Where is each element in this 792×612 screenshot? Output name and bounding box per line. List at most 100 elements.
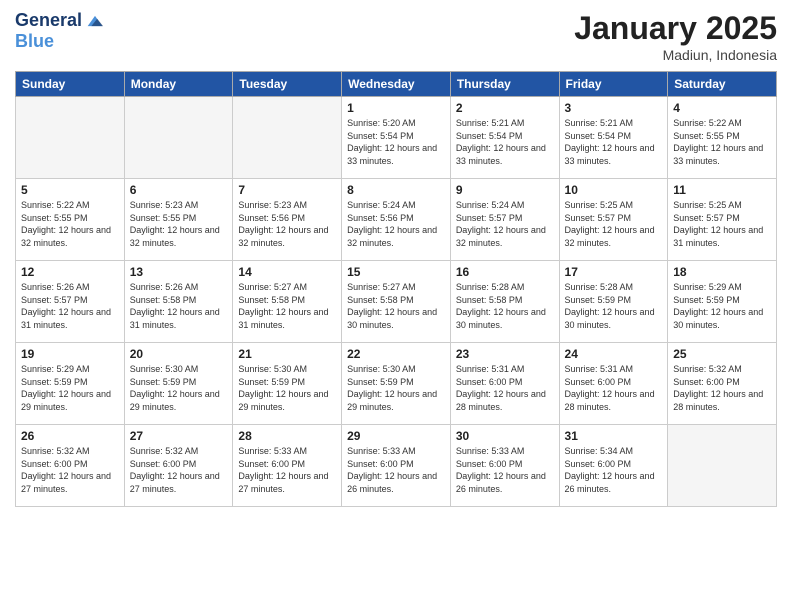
calendar-cell: 5 Sunrise: 5:22 AMSunset: 5:55 PMDaylight…: [16, 179, 125, 261]
day-number: 12: [21, 265, 119, 279]
title-block: January 2025 Madiun, Indonesia: [574, 10, 777, 63]
calendar-cell: 1 Sunrise: 5:20 AMSunset: 5:54 PMDaylight…: [342, 97, 451, 179]
calendar-cell: 19 Sunrise: 5:29 AMSunset: 5:59 PMDayligh…: [16, 343, 125, 425]
calendar-cell: 12 Sunrise: 5:26 AMSunset: 5:57 PMDayligh…: [16, 261, 125, 343]
day-number: 8: [347, 183, 445, 197]
day-info: Sunrise: 5:29 AMSunset: 5:59 PMDaylight:…: [673, 281, 771, 331]
day-info: Sunrise: 5:21 AMSunset: 5:54 PMDaylight:…: [456, 117, 554, 167]
logo-icon: [84, 10, 106, 32]
day-info: Sunrise: 5:28 AMSunset: 5:59 PMDaylight:…: [565, 281, 663, 331]
day-number: 9: [456, 183, 554, 197]
month-title: January 2025: [574, 10, 777, 47]
day-number: 30: [456, 429, 554, 443]
day-number: 22: [347, 347, 445, 361]
day-number: 7: [238, 183, 336, 197]
day-info: Sunrise: 5:26 AMSunset: 5:57 PMDaylight:…: [21, 281, 119, 331]
calendar: SundayMondayTuesdayWednesdayThursdayFrid…: [15, 71, 777, 507]
day-info: Sunrise: 5:25 AMSunset: 5:57 PMDaylight:…: [565, 199, 663, 249]
calendar-header-row: SundayMondayTuesdayWednesdayThursdayFrid…: [16, 72, 777, 97]
calendar-cell: 21 Sunrise: 5:30 AMSunset: 5:59 PMDayligh…: [233, 343, 342, 425]
day-info: Sunrise: 5:26 AMSunset: 5:58 PMDaylight:…: [130, 281, 228, 331]
logo-text-blue: Blue: [15, 31, 54, 51]
calendar-cell: 18 Sunrise: 5:29 AMSunset: 5:59 PMDayligh…: [668, 261, 777, 343]
day-info: Sunrise: 5:32 AMSunset: 6:00 PMDaylight:…: [21, 445, 119, 495]
calendar-cell: 20 Sunrise: 5:30 AMSunset: 5:59 PMDayligh…: [124, 343, 233, 425]
calendar-cell: 7 Sunrise: 5:23 AMSunset: 5:56 PMDaylight…: [233, 179, 342, 261]
calendar-cell: 13 Sunrise: 5:26 AMSunset: 5:58 PMDayligh…: [124, 261, 233, 343]
day-info: Sunrise: 5:30 AMSunset: 5:59 PMDaylight:…: [130, 363, 228, 413]
calendar-cell: 29Sunrise: 5:33 AMSunset: 6:00 PMDayligh…: [342, 425, 451, 507]
day-info: Sunrise: 5:33 AMSunset: 6:00 PMDaylight:…: [456, 445, 554, 495]
calendar-cell: 11 Sunrise: 5:25 AMSunset: 5:57 PMDayligh…: [668, 179, 777, 261]
day-info: Sunrise: 5:20 AMSunset: 5:54 PMDaylight:…: [347, 117, 445, 167]
day-number: 25: [673, 347, 771, 361]
calendar-cell: 22Sunrise: 5:30 AMSunset: 5:59 PMDayligh…: [342, 343, 451, 425]
day-info: Sunrise: 5:29 AMSunset: 5:59 PMDaylight:…: [21, 363, 119, 413]
day-info: Sunrise: 5:24 AMSunset: 5:57 PMDaylight:…: [456, 199, 554, 249]
calendar-cell: 4Sunrise: 5:22 AMSunset: 5:55 PMDaylight…: [668, 97, 777, 179]
day-info: Sunrise: 5:21 AMSunset: 5:54 PMDaylight:…: [565, 117, 663, 167]
day-number: 11: [673, 183, 771, 197]
calendar-cell: 28 Sunrise: 5:33 AMSunset: 6:00 PMDayligh…: [233, 425, 342, 507]
calendar-cell: [668, 425, 777, 507]
day-number: 19: [21, 347, 119, 361]
calendar-cell: 8 Sunrise: 5:24 AMSunset: 5:56 PMDaylight…: [342, 179, 451, 261]
day-info: Sunrise: 5:34 AMSunset: 6:00 PMDaylight:…: [565, 445, 663, 495]
day-number: 20: [130, 347, 228, 361]
location: Madiun, Indonesia: [574, 47, 777, 63]
calendar-cell: 27 Sunrise: 5:32 AMSunset: 6:00 PMDayligh…: [124, 425, 233, 507]
day-number: 5: [21, 183, 119, 197]
col-header-friday: Friday: [559, 72, 668, 97]
day-number: 28: [238, 429, 336, 443]
day-number: 1: [347, 101, 445, 115]
calendar-cell: 17Sunrise: 5:28 AMSunset: 5:59 PMDayligh…: [559, 261, 668, 343]
calendar-cell: 6Sunrise: 5:23 AMSunset: 5:55 PMDaylight…: [124, 179, 233, 261]
day-info: Sunrise: 5:22 AMSunset: 5:55 PMDaylight:…: [673, 117, 771, 167]
calendar-cell: 15 Sunrise: 5:27 AMSunset: 5:58 PMDayligh…: [342, 261, 451, 343]
week-row-3: 12 Sunrise: 5:26 AMSunset: 5:57 PMDayligh…: [16, 261, 777, 343]
day-number: 13: [130, 265, 228, 279]
day-info: Sunrise: 5:32 AMSunset: 6:00 PMDaylight:…: [130, 445, 228, 495]
calendar-cell: [16, 97, 125, 179]
day-info: Sunrise: 5:23 AMSunset: 5:56 PMDaylight:…: [238, 199, 336, 249]
calendar-cell: 10Sunrise: 5:25 AMSunset: 5:57 PMDayligh…: [559, 179, 668, 261]
col-header-monday: Monday: [124, 72, 233, 97]
col-header-wednesday: Wednesday: [342, 72, 451, 97]
day-info: Sunrise: 5:33 AMSunset: 6:00 PMDaylight:…: [347, 445, 445, 495]
day-info: Sunrise: 5:33 AMSunset: 6:00 PMDaylight:…: [238, 445, 336, 495]
calendar-cell: 23Sunrise: 5:31 AMSunset: 6:00 PMDayligh…: [450, 343, 559, 425]
day-info: Sunrise: 5:24 AMSunset: 5:56 PMDaylight:…: [347, 199, 445, 249]
col-header-thursday: Thursday: [450, 72, 559, 97]
day-number: 2: [456, 101, 554, 115]
day-info: Sunrise: 5:30 AMSunset: 5:59 PMDaylight:…: [238, 363, 336, 413]
day-info: Sunrise: 5:22 AMSunset: 5:55 PMDaylight:…: [21, 199, 119, 249]
day-info: Sunrise: 5:23 AMSunset: 5:55 PMDaylight:…: [130, 199, 228, 249]
calendar-cell: [124, 97, 233, 179]
day-number: 27: [130, 429, 228, 443]
calendar-cell: 26 Sunrise: 5:32 AMSunset: 6:00 PMDayligh…: [16, 425, 125, 507]
calendar-cell: 14 Sunrise: 5:27 AMSunset: 5:58 PMDayligh…: [233, 261, 342, 343]
day-info: Sunrise: 5:31 AMSunset: 6:00 PMDaylight:…: [565, 363, 663, 413]
day-info: Sunrise: 5:27 AMSunset: 5:58 PMDaylight:…: [347, 281, 445, 331]
week-row-5: 26 Sunrise: 5:32 AMSunset: 6:00 PMDayligh…: [16, 425, 777, 507]
calendar-cell: [233, 97, 342, 179]
day-number: 21: [238, 347, 336, 361]
col-header-sunday: Sunday: [16, 72, 125, 97]
week-row-2: 5 Sunrise: 5:22 AMSunset: 5:55 PMDaylight…: [16, 179, 777, 261]
day-number: 24: [565, 347, 663, 361]
day-number: 18: [673, 265, 771, 279]
day-info: Sunrise: 5:25 AMSunset: 5:57 PMDaylight:…: [673, 199, 771, 249]
col-header-tuesday: Tuesday: [233, 72, 342, 97]
day-number: 15: [347, 265, 445, 279]
day-info: Sunrise: 5:27 AMSunset: 5:58 PMDaylight:…: [238, 281, 336, 331]
calendar-cell: 31Sunrise: 5:34 AMSunset: 6:00 PMDayligh…: [559, 425, 668, 507]
col-header-saturday: Saturday: [668, 72, 777, 97]
day-number: 14: [238, 265, 336, 279]
calendar-cell: 16Sunrise: 5:28 AMSunset: 5:58 PMDayligh…: [450, 261, 559, 343]
page: General Blue January 2025 Madiun, Indone…: [0, 0, 792, 612]
day-number: 3: [565, 101, 663, 115]
calendar-cell: 25Sunrise: 5:32 AMSunset: 6:00 PMDayligh…: [668, 343, 777, 425]
calendar-cell: 3 Sunrise: 5:21 AMSunset: 5:54 PMDaylight…: [559, 97, 668, 179]
day-number: 26: [21, 429, 119, 443]
week-row-4: 19 Sunrise: 5:29 AMSunset: 5:59 PMDayligh…: [16, 343, 777, 425]
